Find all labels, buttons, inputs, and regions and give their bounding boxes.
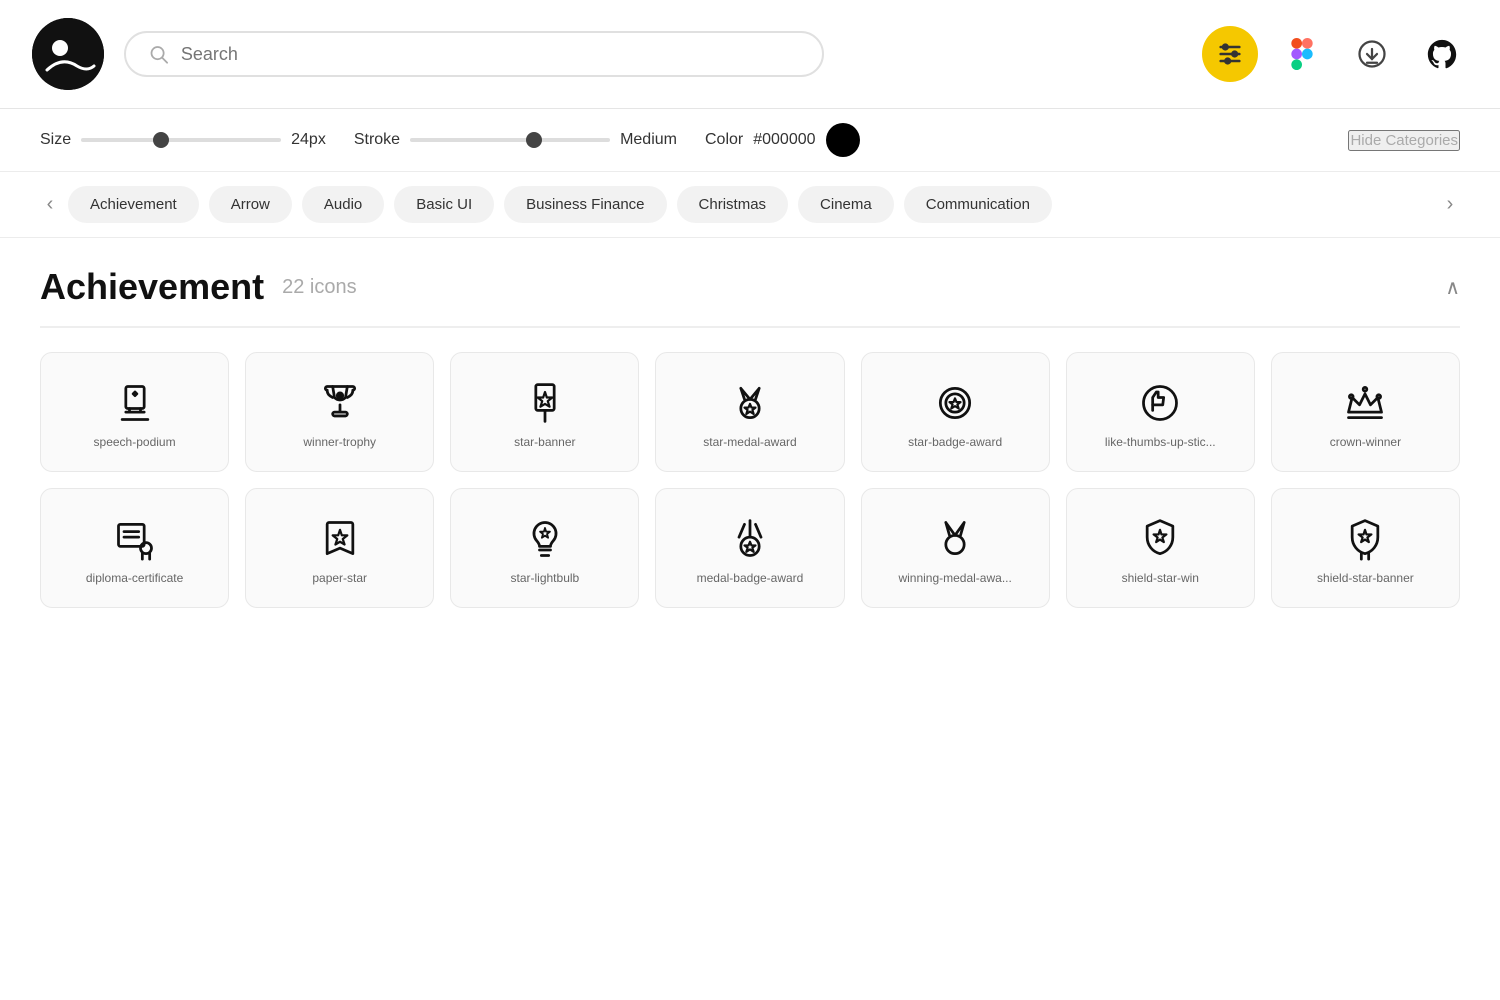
icon-label: star-banner (514, 435, 575, 449)
icon-label: crown-winner (1330, 435, 1401, 449)
icon-card-shield-star-banner[interactable]: shield-star-banner (1271, 488, 1460, 608)
category-pill-cinema[interactable]: Cinema (798, 186, 894, 223)
size-control: Size 24px (40, 131, 326, 149)
icon-card-star-lightbulb[interactable]: star-lightbulb (450, 488, 639, 608)
icon-label: speech-podium (94, 435, 176, 449)
logo[interactable] (32, 18, 104, 90)
stroke-value: Medium (620, 131, 677, 149)
search-bar[interactable] (124, 31, 824, 77)
category-pill-communication[interactable]: Communication (904, 186, 1052, 223)
search-input[interactable] (181, 44, 800, 65)
category-next-button[interactable]: › (1432, 187, 1468, 223)
color-label: Color (705, 131, 743, 149)
icon-card-shield-star-win[interactable]: shield-star-win (1066, 488, 1255, 608)
category-pills: Achievement Arrow Audio Basic UI Business Fi… (68, 186, 1432, 223)
stroke-label: Stroke (354, 131, 400, 149)
download-button[interactable] (1346, 28, 1398, 80)
stroke-slider[interactable] (410, 138, 610, 142)
search-icon (148, 43, 169, 65)
icon-card-winning-medal-awa...[interactable]: winning-medal-awa... (861, 488, 1050, 608)
hide-categories-button[interactable]: Hide Categories (1348, 130, 1460, 151)
icon-card-speech-podium[interactable]: speech-podium (40, 352, 229, 472)
controls-bar: Size 24px Stroke Medium Color #000000 Hi… (0, 109, 1500, 172)
icon-label: star-badge-award (908, 435, 1002, 449)
section-header: Achievement 22 icons ∧ (40, 266, 1460, 328)
icon-card-star-banner[interactable]: star-banner (450, 352, 639, 472)
icon-card-medal-badge-award[interactable]: medal-badge-award (655, 488, 844, 608)
category-pill-basic-ui[interactable]: Basic UI (394, 186, 494, 223)
category-pill-audio[interactable]: Audio (302, 186, 384, 223)
collapse-button[interactable]: ∧ (1445, 275, 1460, 300)
size-slider[interactable] (81, 138, 281, 142)
category-bar: ‹ Achievement Arrow Audio Basic UI Business … (0, 172, 1500, 238)
icon-grid-row2: diploma-certificate paper-star star-lightb… (40, 488, 1460, 608)
icon-label: medal-badge-award (697, 571, 804, 585)
icon-label: star-medal-award (703, 435, 796, 449)
section-title: Achievement (40, 266, 264, 308)
icon-card-star-badge-award[interactable]: star-badge-award (861, 352, 1050, 472)
icon-label: diploma-certificate (86, 571, 183, 585)
size-value: 24px (291, 131, 326, 149)
category-pill-christmas[interactable]: Christmas (677, 186, 789, 223)
icon-label: winner-trophy (303, 435, 376, 449)
section-count: 22 icons (282, 276, 357, 299)
stroke-control: Stroke Medium (354, 131, 677, 149)
category-pill-business-finance[interactable]: Business Finance (504, 186, 666, 223)
icon-card-star-medal-award[interactable]: star-medal-award (655, 352, 844, 472)
main-content: Achievement 22 icons ∧ speech-podium winn… (0, 238, 1500, 652)
icon-grid-row1: speech-podium winner-trophy star-banner sta… (40, 352, 1460, 472)
category-pill-arrow[interactable]: Arrow (209, 186, 292, 223)
category-prev-button[interactable]: ‹ (32, 187, 68, 223)
color-control: Color #000000 (705, 123, 860, 157)
category-pill-achievement[interactable]: Achievement (68, 186, 199, 223)
color-hex: #000000 (753, 131, 815, 149)
icon-card-winner-trophy[interactable]: winner-trophy (245, 352, 434, 472)
github-button[interactable] (1416, 28, 1468, 80)
tune-button[interactable] (1202, 26, 1258, 82)
header (0, 0, 1500, 109)
icon-label: shield-star-win (1122, 571, 1199, 585)
icon-card-crown-winner[interactable]: crown-winner (1271, 352, 1460, 472)
icon-label: like-thumbs-up-stic... (1105, 435, 1216, 449)
icon-card-paper-star[interactable]: paper-star (245, 488, 434, 608)
icon-label: winning-medal-awa... (898, 571, 1011, 585)
figma-button[interactable] (1276, 28, 1328, 80)
color-swatch[interactable] (826, 123, 860, 157)
header-icons (1202, 26, 1468, 82)
icon-card-like-thumbs-up-stic...[interactable]: like-thumbs-up-stic... (1066, 352, 1255, 472)
icon-card-diploma-certificate[interactable]: diploma-certificate (40, 488, 229, 608)
icon-label: shield-star-banner (1317, 571, 1414, 585)
icon-label: paper-star (312, 571, 367, 585)
icon-label: star-lightbulb (511, 571, 580, 585)
size-label: Size (40, 131, 71, 149)
